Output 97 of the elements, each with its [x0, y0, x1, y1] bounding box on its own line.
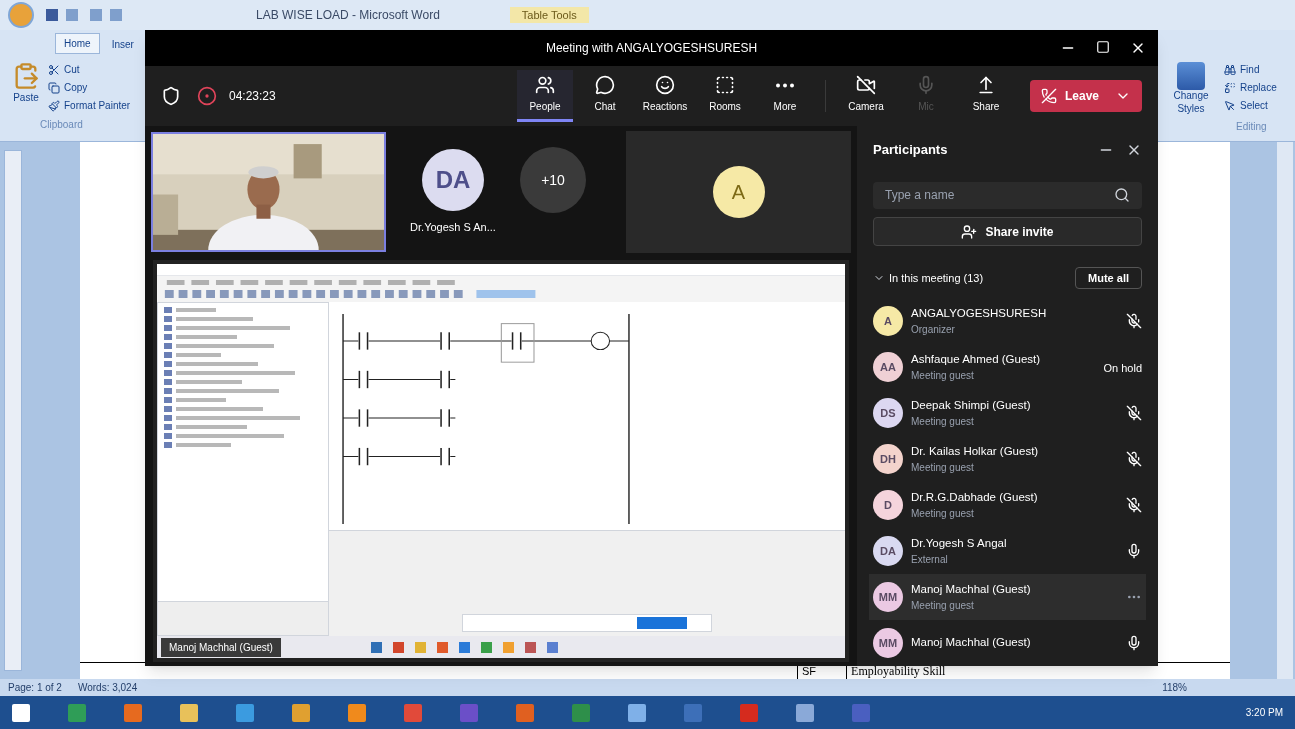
context-tab-label: Table Tools [509, 6, 589, 24]
participant-row[interactable]: AA Ashfaque Ahmed (Guest) Meeting guest On hold [869, 344, 1146, 390]
maximize-icon[interactable] [1096, 40, 1110, 54]
group-label: Editing [1235, 120, 1268, 134]
participant-role: Meeting guest [911, 415, 975, 430]
change-styles-button[interactable]: Change Styles [1166, 90, 1216, 115]
participant-role: Meeting guest [911, 461, 975, 476]
document-title: LAB WISE LOAD - Microsoft Word [256, 7, 440, 24]
participant-name: ANGALYOGESHSURESH [911, 305, 1047, 321]
chat-icon [595, 75, 615, 95]
shield-icon [161, 86, 181, 106]
toolbar-button[interactable]: Rooms [697, 70, 753, 122]
ribbon-command[interactable]: Select [1224, 98, 1277, 113]
avatar: AA [873, 352, 903, 382]
search-field[interactable]: Type a name [873, 181, 1142, 209]
ribbon-command[interactable]: Copy [48, 80, 131, 95]
clock: 3:20 PM [1245, 706, 1283, 720]
zoom-level: 118% [1162, 681, 1187, 695]
participant-name: Deepak Shimpi (Guest) [911, 397, 1031, 413]
pointer-icon [1224, 99, 1236, 112]
participant-role: Organizer [911, 323, 956, 338]
meeting-timer: 04:23:23 [229, 88, 276, 105]
avatar: DA [422, 148, 484, 211]
participant-name: Dr.Yogesh S Angal [911, 535, 1007, 551]
avatar: A [873, 306, 903, 336]
participant-row[interactable]: MM Manoj Machhal (Guest) Meeting guest [869, 574, 1146, 620]
phone-icon [1041, 88, 1057, 104]
mic-off-icon [1126, 313, 1142, 329]
participant-name: Dr.R.G.Dabhade (Guest) [911, 489, 1038, 505]
ribbon-tab[interactable]: Home [55, 33, 100, 54]
search-icon [1114, 187, 1130, 204]
participant-name: Ashfaque Ahmed (Guest) [911, 351, 1041, 367]
avatar: MM [873, 582, 903, 612]
panel-title: Participants [873, 141, 948, 159]
mute-all-button[interactable]: Mute all [1075, 267, 1142, 290]
mic-off-icon [1126, 497, 1142, 513]
brush-icon [48, 99, 60, 112]
toolbar-button[interactable]: Chat [577, 70, 633, 122]
replace-icon [1224, 81, 1236, 94]
leave-button[interactable]: Leave [1030, 80, 1142, 112]
people-icon [535, 75, 555, 95]
ribbon-command[interactable]: Cut [48, 62, 131, 77]
scissors-icon [48, 63, 60, 76]
recording-icon [197, 86, 217, 106]
avatar: D [873, 490, 903, 520]
avatar: DH [873, 444, 903, 474]
ribbon-command[interactable]: Find [1224, 62, 1277, 77]
share-invite-button[interactable]: Share invite [873, 217, 1142, 247]
participant-name: Manoj Machhal (Guest) [911, 581, 1031, 597]
avatar: A [712, 166, 765, 218]
group-label: Clipboard [39, 118, 84, 132]
presenter-name-tag: Manoj Machhal (Guest) [161, 637, 281, 657]
participant-row[interactable]: D Dr.R.G.Dabhade (Guest) Meeting guest [869, 482, 1146, 528]
ribbon-command[interactable]: Replace [1224, 80, 1277, 95]
participant-name: Manoj Machhal (Guest) [911, 635, 1031, 651]
mic-icon [1126, 635, 1142, 651]
ribbon-tab[interactable]: Inser [103, 35, 142, 54]
participant-row[interactable]: DS Deepak Shimpi (Guest) Meeting guest [869, 390, 1146, 436]
participant-role: Meeting guest [911, 599, 975, 614]
participant-row[interactable]: DH Dr. Kailas Holkar (Guest) Meeting guest [869, 436, 1146, 482]
more-icon [775, 82, 795, 88]
avatar: MM [873, 628, 903, 658]
share-icon [976, 75, 996, 95]
participant-row[interactable]: A ANGALYOGESHSURESH Organizer [869, 298, 1146, 344]
participant-row[interactable]: DA Dr.Yogesh S Angal External [869, 528, 1146, 574]
section-header[interactable]: In this meeting (13) [889, 270, 984, 287]
avatar: DA [873, 536, 903, 566]
mic-off-icon [1126, 451, 1142, 467]
word-count: Words: 3,024 [77, 681, 138, 695]
toolbar-button[interactable]: More [757, 70, 813, 122]
toolbar-button[interactable]: Share [958, 70, 1014, 122]
participant-name: Dr. Kailas Holkar (Guest) [911, 443, 1039, 459]
toolbar-button[interactable]: Camera [838, 70, 894, 122]
binoculars-icon [1224, 63, 1236, 76]
search-input[interactable]: Type a name [885, 186, 1114, 205]
reactions-icon [655, 75, 675, 95]
camera-icon [856, 75, 876, 95]
mic-icon [1126, 543, 1142, 559]
participant-role: External [911, 553, 949, 568]
avatar: DS [873, 398, 903, 428]
ribbon-command[interactable]: Format Painter [48, 98, 131, 113]
toolbar-button[interactable]: Reactions [637, 70, 693, 122]
window-title: Meeting with ANGALYOGESHSURESH [545, 40, 758, 57]
mic-off-icon [1126, 405, 1142, 421]
copy-icon [48, 81, 60, 94]
rooms-icon [715, 75, 735, 95]
participant-role: Meeting guest [911, 369, 975, 384]
add-person-icon [961, 223, 978, 240]
styles-icon [1177, 62, 1205, 90]
mic-icon [916, 75, 936, 95]
toolbar-button[interactable]: People [517, 70, 573, 122]
paste-button[interactable]: Paste [13, 90, 39, 105]
participant-name: Dr.Yogesh S An... [410, 219, 496, 235]
page-count: Page: 1 of 2 [8, 681, 62, 695]
participant-role: Meeting guest [911, 507, 975, 522]
overflow-count[interactable]: +10 [520, 147, 586, 213]
status-text: On hold [1103, 362, 1142, 374]
